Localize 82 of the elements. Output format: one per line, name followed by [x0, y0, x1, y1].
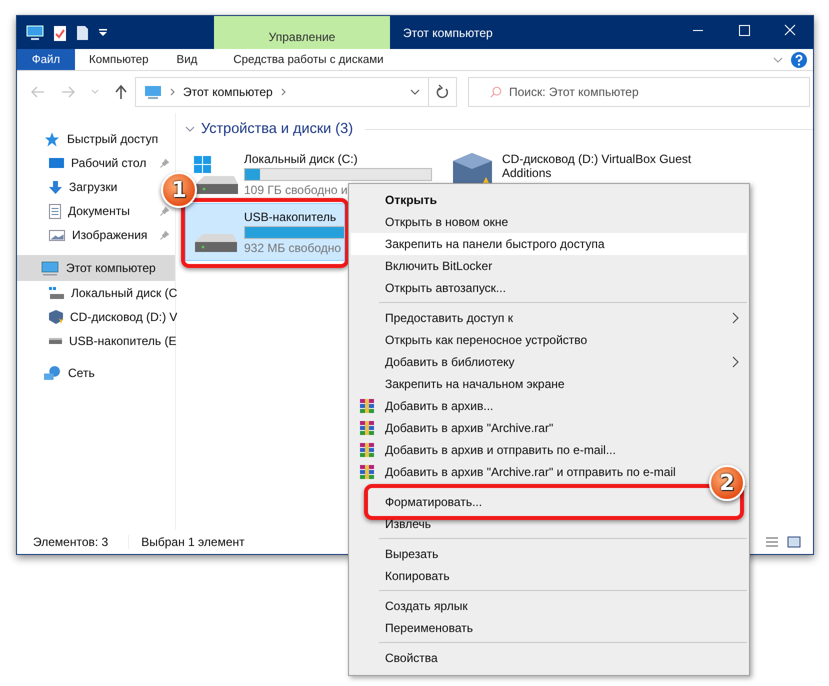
archive-icon — [360, 465, 374, 479]
download-arrow-icon — [49, 180, 62, 194]
dropdown-icon[interactable] — [98, 28, 108, 36]
tiles-view-icon[interactable] — [787, 536, 801, 548]
menu-item[interactable]: Открыть автозапуск... — [385, 277, 506, 299]
collapse-chevron-icon[interactable] — [185, 125, 195, 133]
archive-icon — [360, 421, 374, 435]
selection-info: Выбран 1 элемент — [128, 535, 245, 549]
drive-name: USB-накопитель — [244, 210, 336, 224]
section-title[interactable]: Устройства и диски (3) — [201, 121, 354, 137]
ribbon-tab[interactable]: Вид — [162, 49, 212, 70]
drive-tile[interactable]: USB-накопитель 932 МБ свободно — [185, 203, 345, 261]
drive-icon — [194, 156, 238, 194]
search-field[interactable]: Поиск: Этот компьютер — [468, 77, 810, 107]
new-folder-icon[interactable] — [76, 24, 89, 40]
expand-ribbon-icon[interactable] — [773, 56, 783, 62]
menu-item[interactable]: Включить BitLocker — [385, 255, 492, 277]
sidebar-item[interactable]: Локальный диск (C — [17, 281, 178, 305]
free-space-text: 109 ГБ свободно и — [244, 183, 348, 197]
refresh-button[interactable] — [428, 77, 457, 107]
menu-item[interactable]: Добавить в библиотеку — [351, 351, 747, 373]
address-bar[interactable]: Этот компьютер — [135, 77, 429, 107]
sidebar-item[interactable]: Быстрый доступ — [17, 127, 158, 151]
image-icon — [49, 230, 65, 240]
menu-item[interactable]: Добавить в архив... — [385, 395, 494, 417]
drive-name: CD-дисковод (D:) VirtualBox Guest Additions — [502, 152, 692, 180]
network-icon — [44, 366, 61, 380]
computer-icon[interactable] — [26, 24, 44, 40]
free-space-text: 932 МБ свободно — [244, 241, 342, 255]
star-icon — [44, 132, 60, 146]
archive-icon — [360, 399, 374, 413]
document-icon — [49, 204, 61, 218]
dropdown-chevron-icon[interactable] — [410, 89, 420, 95]
sidebar-item[interactable]: USB-накопитель (E — [17, 329, 176, 353]
menu-item[interactable]: Открыть в новом окне — [385, 211, 508, 233]
drive-icon — [49, 338, 62, 344]
drive-icon — [49, 287, 64, 299]
ribbon-tab[interactable]: Компьютер — [75, 49, 163, 70]
computer-icon — [41, 260, 59, 276]
menu-item[interactable]: Свойства — [385, 647, 438, 669]
desktop-icon — [49, 158, 64, 168]
sidebar-item[interactable]: Загрузки — [17, 175, 118, 199]
menu-item[interactable]: Закрепить на начальном экране — [385, 373, 565, 395]
sidebar-item[interactable]: CD-дисковод (D:) V — [17, 305, 178, 329]
menu-item[interactable]: Добавить в архив и отправить по e-mail... — [385, 439, 616, 461]
help-icon[interactable] — [791, 52, 807, 68]
details-view-icon[interactable] — [765, 536, 779, 548]
sidebar-item[interactable]: Рабочий стол — [17, 151, 146, 175]
archive-icon — [360, 443, 374, 457]
menu-item[interactable]: Открыть как переносное устройство — [385, 329, 588, 351]
window-title: Этот компьютер — [402, 26, 494, 40]
menu-item[interactable]: Форматировать... — [385, 491, 482, 513]
chevron-icon[interactable] — [280, 88, 286, 96]
menu-item[interactable]: Добавить в архив "Archive.rar" и отправить по e-mail — [385, 461, 676, 483]
menu-item[interactable]: Закрепить на панели быстрого доступа — [351, 233, 747, 255]
properties-icon[interactable] — [53, 24, 67, 42]
sidebar-item[interactable]: Сеть — [17, 361, 95, 385]
ribbon-tab[interactable]: Средства работы с дисками — [221, 49, 396, 70]
search-icon — [490, 86, 502, 98]
drive-icon — [195, 234, 237, 252]
menu-item[interactable]: Копировать — [385, 565, 450, 587]
callout-badge: 1 — [161, 172, 197, 208]
sidebar-item[interactable]: Этот компьютер — [17, 255, 175, 281]
context-tab-label: Управление — [214, 16, 390, 49]
address-path[interactable]: Этот компьютер — [183, 85, 273, 99]
item-count: Элементов: 3 — [33, 535, 108, 549]
menu-item[interactable]: Создать ярлык — [385, 595, 468, 617]
sidebar-item[interactable]: Изображения — [17, 223, 148, 247]
callout-badge: 2 — [709, 465, 745, 501]
menu-item[interactable]: Извлечь — [385, 513, 432, 535]
cube-icon — [49, 310, 63, 324]
drive-name: Локальный диск (C:) — [244, 152, 358, 166]
menu-item[interactable]: Предоставить доступ к — [351, 307, 747, 329]
file-tab[interactable]: Файл — [17, 49, 75, 70]
up-arrow-icon[interactable] — [115, 85, 127, 99]
menu-item[interactable]: Вырезать — [385, 543, 438, 565]
sidebar-item[interactable]: Документы — [17, 199, 130, 223]
menu-item[interactable]: Открыть — [385, 189, 438, 211]
menu-item[interactable]: Переименовать — [385, 617, 473, 639]
computer-icon — [144, 84, 162, 100]
chevron-icon[interactable] — [170, 88, 175, 96]
menu-item[interactable]: Добавить в архив "Archive.rar" — [385, 417, 554, 439]
